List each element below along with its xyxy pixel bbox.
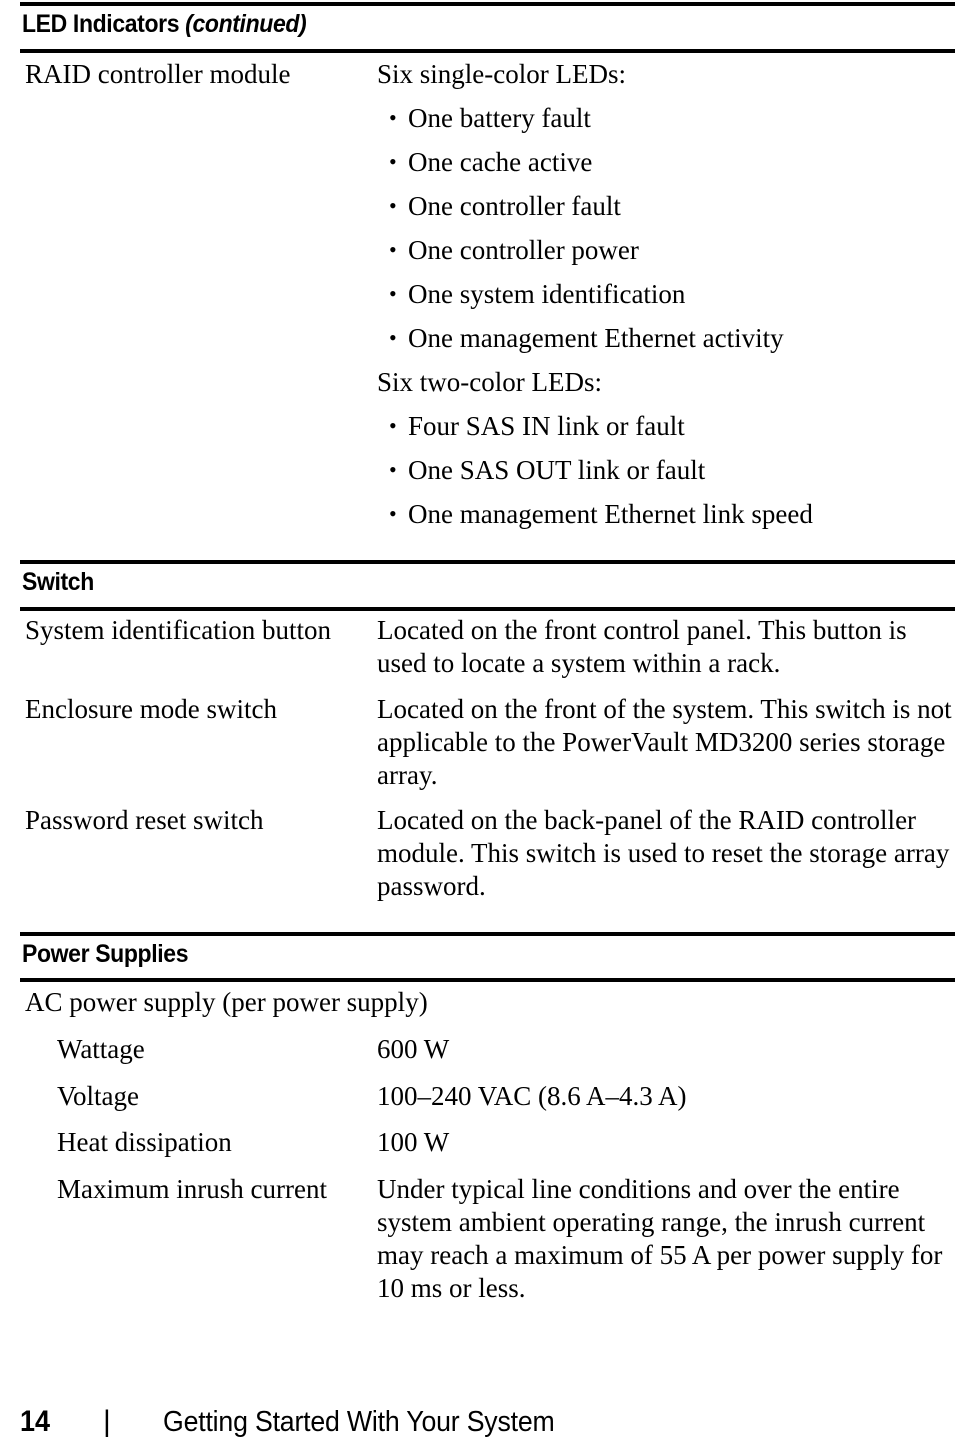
section-rule-power-supplies-top	[20, 932, 955, 936]
page-number: 14	[20, 1405, 51, 1438]
list-item: • One SAS OUT link or fault	[377, 454, 952, 487]
list-item-label: One cache active	[408, 147, 593, 177]
section-rule-led-indicators-bottom	[20, 49, 955, 53]
row-value-maximum-inrush-current: Under typical line conditions and over t…	[377, 1174, 943, 1303]
list-item: • One management Ethernet link speed	[377, 498, 952, 531]
section-rule-power-supplies-bottom	[20, 978, 955, 982]
list-item: • One system identification	[377, 278, 952, 311]
list-item-label: Four SAS IN link or fault	[408, 411, 685, 441]
bullet-icon: •	[389, 413, 397, 438]
list-item-label: One controller fault	[408, 191, 621, 221]
bullet-icon: •	[389, 149, 397, 174]
list-item: • One cache active	[377, 146, 952, 179]
row-value-six-single-color-leds: Six single-color LEDs:	[377, 59, 626, 89]
section-title-text: Power Supplies	[22, 940, 189, 968]
list-item-label: One battery fault	[408, 103, 591, 133]
section-title-continued: (continued)	[185, 10, 307, 38]
row-label-maximum-inrush-current: Maximum inrush current	[57, 1174, 327, 1204]
bullet-icon: •	[389, 325, 397, 350]
document-page: LED Indicators (continued) RAID controll…	[0, 0, 960, 1454]
list-item-label: One management Ethernet activity	[408, 323, 784, 353]
row-label-password-reset-switch: Password reset switch	[25, 805, 264, 835]
bullet-icon: •	[389, 237, 397, 262]
list-item-label: One SAS OUT link or fault	[408, 455, 706, 485]
section-title-text: Switch	[22, 568, 94, 596]
list-item-label: One management Ethernet link speed	[408, 499, 813, 529]
list-item: • One battery fault	[377, 102, 952, 135]
row-label-enclosure-mode-switch: Enclosure mode switch	[25, 694, 277, 724]
row-value-voltage: 100–240 VAC (8.6 A–4.3 A)	[377, 1081, 687, 1111]
list-item: • Four SAS IN link or fault	[377, 410, 952, 443]
list-item: • One management Ethernet activity	[377, 322, 952, 355]
row-label-voltage: Voltage	[57, 1081, 139, 1111]
section-rule-switch-bottom	[20, 607, 955, 611]
row-label-heat-dissipation: Heat dissipation	[57, 1127, 232, 1157]
section-header-led-indicators: LED Indicators (continued)	[22, 10, 307, 38]
list-item-label: One controller power	[408, 235, 639, 265]
section-rule-switch-top	[20, 560, 955, 564]
row-label-system-identification-button: System identification button	[25, 615, 331, 645]
row-label-raid-controller-module: RAID controller module	[25, 59, 291, 89]
list-item: • One controller fault	[377, 190, 952, 223]
footer-separator: |	[103, 1405, 111, 1438]
section-header-power-supplies: Power Supplies	[22, 942, 188, 967]
bullet-icon: •	[389, 501, 397, 526]
bullet-icon: •	[389, 457, 397, 482]
section-title-text: LED Indicators	[22, 10, 180, 38]
section-header-switch: Switch	[22, 570, 94, 595]
row-value-wattage: 600 W	[377, 1034, 450, 1064]
row-value-password-reset-switch: Located on the back-panel of the RAID co…	[377, 805, 950, 901]
row-value-heat-dissipation: 100 W	[377, 1127, 450, 1157]
row-value-six-two-color-leds: Six two-color LEDs:	[377, 367, 602, 397]
row-value-system-identification-button: Located on the front control panel. This…	[377, 615, 907, 678]
page-footer: 14 | Getting Started With Your System	[0, 1405, 960, 1450]
section-rule-top	[20, 2, 955, 6]
bullet-icon: •	[389, 281, 397, 306]
footer-title: Getting Started With Your System	[163, 1406, 555, 1438]
group-label-ac-power-supply: AC power supply (per power supply)	[25, 987, 428, 1017]
list-item-label: One system identification	[408, 279, 686, 309]
row-value-enclosure-mode-switch: Located on the front of the system. This…	[377, 694, 952, 790]
list-item: • One controller power	[377, 234, 952, 267]
bullet-icon: •	[389, 193, 397, 218]
row-label-wattage: Wattage	[57, 1034, 145, 1064]
bullet-icon: •	[389, 105, 397, 130]
